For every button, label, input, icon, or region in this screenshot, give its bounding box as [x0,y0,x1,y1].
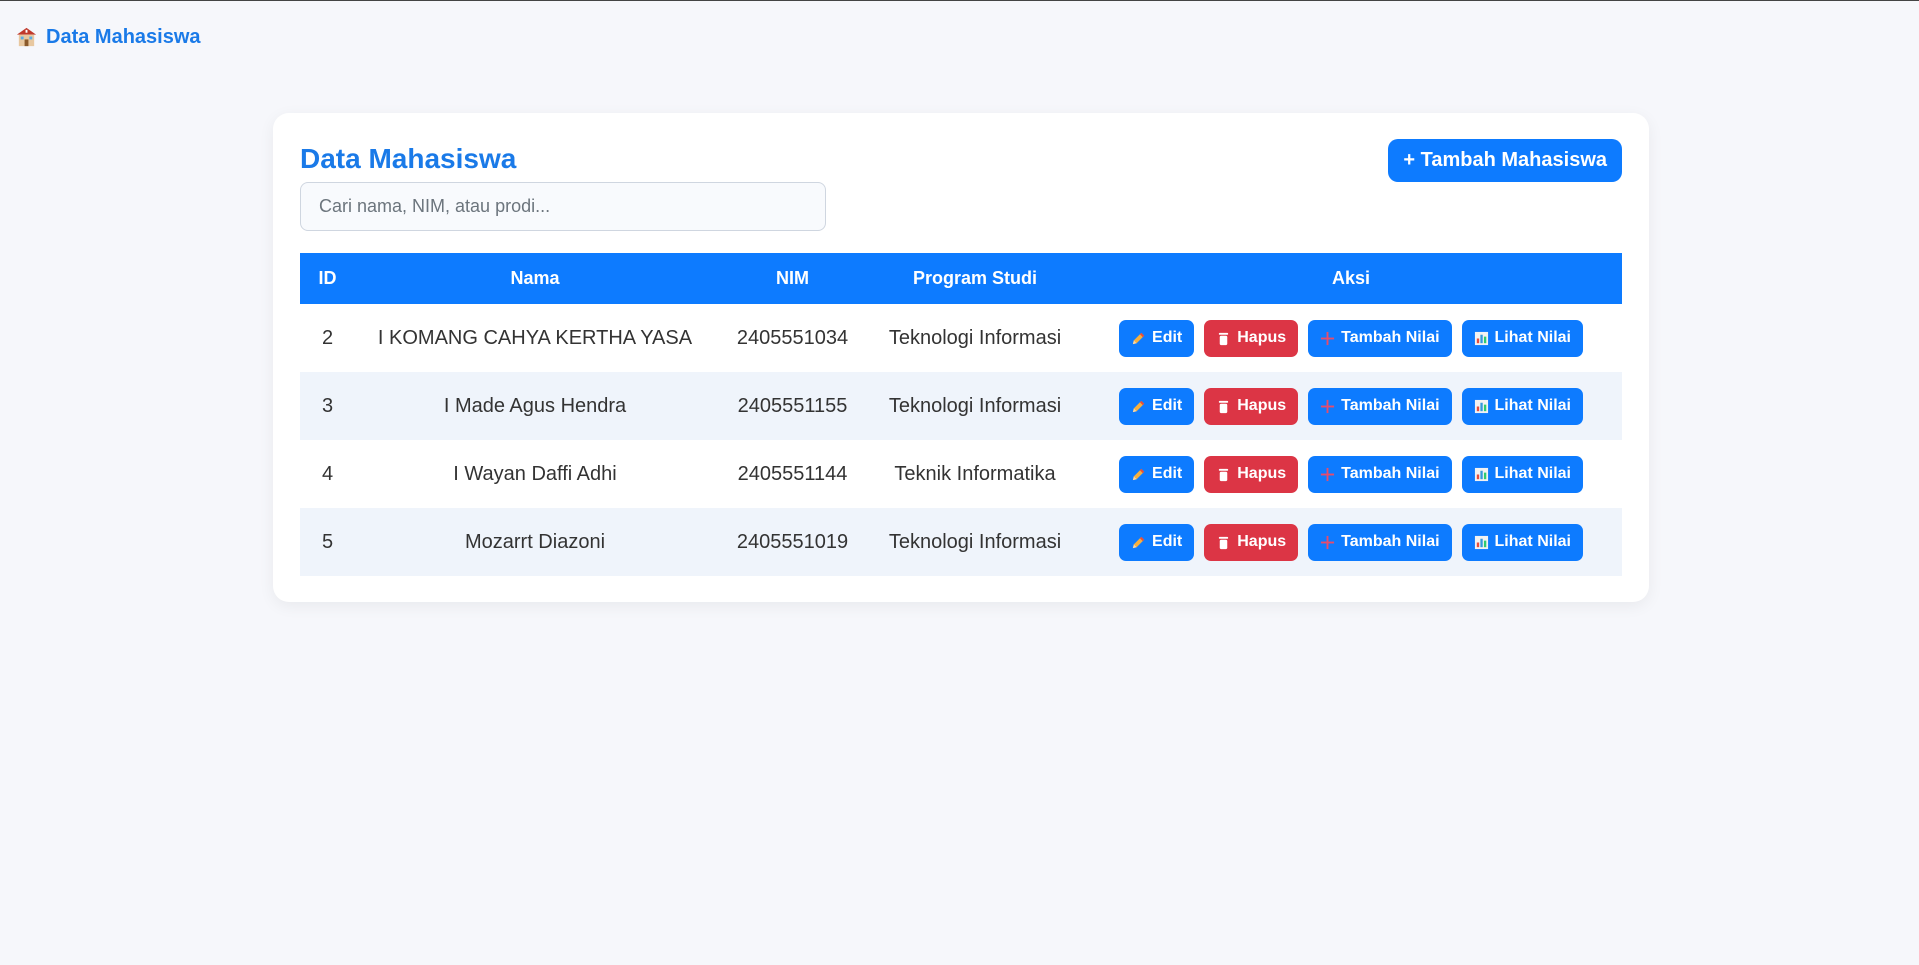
delete-button[interactable]: Hapus [1204,523,1299,561]
bar-chart-icon [1474,399,1488,413]
top-navbar: Data Mahasiswa [0,1,1919,73]
add-grade-label: Tambah Nilai [1341,397,1440,414]
page-title: Data Mahasiswa [300,143,517,174]
cell-actions: Edit Hapus Tambah Nilai Lihat Nilai [1080,304,1622,372]
view-grades-button[interactable]: Lihat Nilai [1461,319,1583,357]
bar-chart-icon [1474,535,1488,549]
add-student-button[interactable]: + Tambah Mahasiswa [1388,139,1622,182]
bar-chart-icon [1474,467,1488,481]
header-nim: NIM [776,268,809,288]
delete-label: Hapus [1237,329,1287,346]
add-grade-button[interactable]: Tambah Nilai [1308,387,1452,425]
edit-label: Edit [1152,533,1183,550]
add-grade-button[interactable]: Tambah Nilai [1308,455,1452,493]
header-nama: Nama [510,268,560,288]
plus-icon [1321,399,1335,413]
cell-nim: 2405551034 [736,326,849,349]
view-grades-label: Lihat Nilai [1494,533,1571,550]
header-id: ID [318,268,337,288]
cell-nama: I KOMANG CAHYA KERTHA YASA [377,326,693,349]
trash-icon [1219,400,1229,413]
table-header-row: ID Nama NIM Program Studi Aksi [300,253,1622,304]
student-card: Data Mahasiswa + Tambah Mahasiswa ID Nam… [273,113,1649,602]
pencil-icon [1132,400,1145,412]
plus-icon [1321,331,1335,345]
cell-id: 2 [321,326,334,349]
cell-actions: Edit Hapus Tambah Nilai Lihat Nilai [1080,440,1622,508]
cell-nama: I Made Agus Hendra [443,394,627,417]
delete-label: Hapus [1237,533,1287,550]
cell-nim: 2405551144 [737,462,848,485]
card-header: Data Mahasiswa + Tambah Mahasiswa [300,139,1622,231]
cell-id: 4 [321,462,334,485]
pencil-icon [1132,332,1145,344]
delete-button[interactable]: Hapus [1204,319,1299,357]
edit-label: Edit [1152,329,1183,346]
brand-label: Data Mahasiswa [46,25,201,48]
add-grade-label: Tambah Nilai [1341,329,1440,346]
add-grade-label: Tambah Nilai [1341,533,1440,550]
cell-id: 5 [321,530,334,553]
view-grades-label: Lihat Nilai [1494,329,1571,346]
plus-icon [1321,535,1335,549]
add-grade-label: Tambah Nilai [1341,465,1440,482]
cell-id: 3 [321,394,334,417]
cell-nim: 2405551155 [737,394,848,417]
table-row: 4 I Wayan Daffi Adhi 2405551144 Teknik I… [300,440,1622,508]
bar-chart-icon [1474,331,1488,345]
cell-nama: Mozarrt Diazoni [464,530,606,553]
pencil-icon [1132,468,1145,480]
cell-actions: Edit Hapus Tambah Nilai Lihat Nilai [1080,508,1622,576]
cell-prodi: Teknologi Informasi [888,394,1062,417]
delete-label: Hapus [1237,397,1287,414]
cell-nama: I Wayan Daffi Adhi [453,462,617,485]
cell-actions: Edit Hapus Tambah Nilai Lihat Nilai [1080,372,1622,440]
edit-label: Edit [1152,397,1183,414]
delete-label: Hapus [1237,465,1287,482]
add-grade-button[interactable]: Tambah Nilai [1308,523,1452,561]
search-input[interactable] [300,182,826,231]
header-aksi: Aksi [1331,268,1371,288]
cell-prodi: Teknologi Informasi [888,326,1062,349]
edit-button[interactable]: Edit [1119,455,1195,493]
table-row: 5 Mozarrt Diazoni 2405551019 Teknologi I… [300,508,1622,576]
edit-button[interactable]: Edit [1119,523,1195,561]
view-grades-button[interactable]: Lihat Nilai [1461,523,1583,561]
edit-button[interactable]: Edit [1119,387,1195,425]
pencil-icon [1132,536,1145,548]
add-grade-button[interactable]: Tambah Nilai [1308,319,1452,357]
delete-button[interactable]: Hapus [1204,455,1299,493]
view-grades-label: Lihat Nilai [1494,465,1571,482]
trash-icon [1219,332,1229,345]
cell-prodi: Teknologi Informasi [888,530,1062,553]
delete-button[interactable]: Hapus [1204,387,1299,425]
cell-nim: 2405551019 [736,530,849,553]
table-row: 2 I KOMANG CAHYA KERTHA YASA 2405551034 … [300,304,1622,372]
plus-icon [1321,467,1335,481]
edit-button[interactable]: Edit [1119,319,1195,357]
header-prodi: Program Studi [912,268,1037,288]
school-icon [16,27,37,46]
table-row: 3 I Made Agus Hendra 2405551155 Teknolog… [300,372,1622,440]
view-grades-button[interactable]: Lihat Nilai [1461,455,1583,493]
student-table: ID Nama NIM Program Studi Aksi 2 I KOMAN… [300,253,1622,576]
view-grades-label: Lihat Nilai [1494,397,1571,414]
brand-link[interactable]: Data Mahasiswa [15,26,201,49]
edit-label: Edit [1152,465,1183,482]
view-grades-button[interactable]: Lihat Nilai [1461,387,1583,425]
trash-icon [1219,536,1229,549]
trash-icon [1219,468,1229,481]
cell-prodi: Teknik Informatika [894,462,1056,485]
